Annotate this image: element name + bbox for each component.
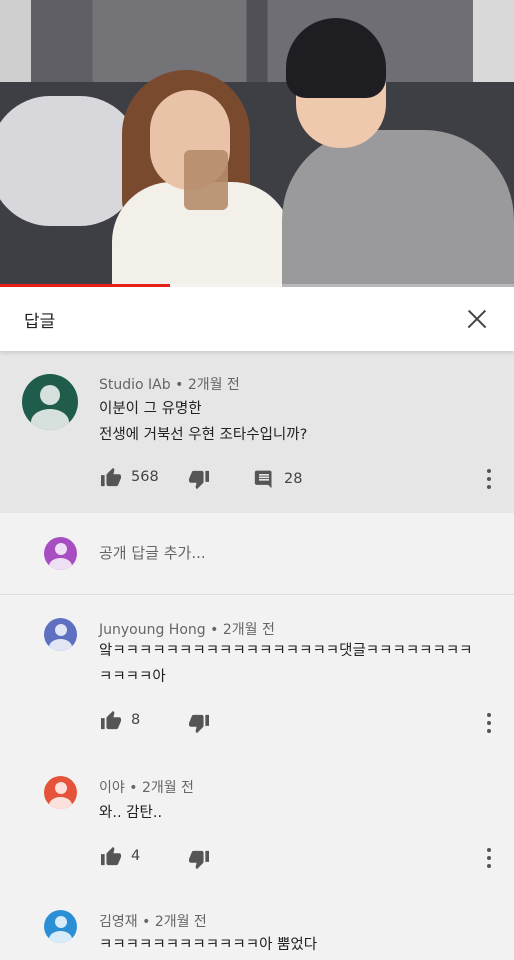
reply-meta: 김영재 • 2개월 전 [99,911,207,931]
like-button[interactable]: 568 [100,467,159,487]
more-vert-icon[interactable] [486,848,492,868]
thumb-down-icon [189,470,209,490]
meta-separator: • [129,780,138,796]
comment-icon [254,470,272,489]
avatar[interactable] [22,374,78,430]
thumb-down-icon [189,850,209,870]
avatar[interactable] [44,618,77,651]
reply-text-line: ㅋㅋㅋㅋㅋㅋㅋㅋㅋㅋㅋㅋ아 뿜었다 [99,937,318,953]
avatar-head [55,543,67,555]
avatar-head [55,624,67,636]
dislike-button[interactable] [188,850,210,870]
avatar[interactable] [44,910,77,943]
replies-header: 답글 [0,287,514,351]
like-count: 8 [131,712,141,728]
reply-text-line: 와.. 감탄.. [99,805,163,821]
avatar-head [55,916,67,928]
more-vert-icon[interactable] [486,469,492,489]
avatar-shoulders [49,797,72,809]
close-icon[interactable] [464,306,490,332]
header-title: 답글 [24,311,56,332]
comment-text-line: 전생에 거북선 우현 조타수입니까? [99,427,308,443]
add-reply-row[interactable]: 공개 답글 추가... [0,513,514,595]
dislike-button[interactable] [188,714,210,734]
reply-time: 2개월 전 [154,914,207,930]
reply-text-line: ㅋㅋㅋㅋ아 [99,669,166,685]
reply-text-line: 앜ㅋㅋㅋㅋㅋㅋㅋㅋㅋㅋㅋㅋㅋㅋㅋㅋㅋ댓글ㅋㅋㅋㅋㅋㅋㅋㅋ [99,643,473,659]
meta-separator: • [175,377,184,393]
avatar[interactable] [44,776,77,809]
comment-author[interactable]: Studio IAb [99,377,171,393]
like-count: 4 [131,848,141,864]
video-frame-cup [184,150,228,210]
avatar-shoulders [31,409,69,430]
comment-text-line: 이분이 그 유명한 [99,401,202,417]
comment-time: 2개월 전 [187,377,240,393]
avatar-shoulders [49,639,72,651]
meta-separator: • [142,914,151,930]
reply-time: 2개월 전 [141,780,194,796]
meta-separator: • [210,622,219,638]
avatar-head [40,385,60,405]
like-count: 568 [131,469,159,485]
video-frame-pillow [0,96,140,226]
video-player[interactable] [0,0,514,287]
thumb-down-icon [189,714,209,734]
thumb-up-icon [101,846,121,866]
avatar-shoulders [49,931,72,943]
reply-meta: Junyoung Hong • 2개월 전 [99,619,275,639]
like-button[interactable]: 4 [100,846,140,866]
replies-list: Junyoung Hong • 2개월 전 앜ㅋㅋㅋㅋㅋㅋㅋㅋㅋㅋㅋㅋㅋㅋㅋㅋㅋ… [0,596,514,960]
dislike-button[interactable] [188,470,210,490]
like-button[interactable]: 8 [100,710,140,730]
avatar-shoulders [49,558,72,570]
reply-time: 2개월 전 [222,622,275,638]
reply-count: 28 [284,471,303,487]
more-vert-icon[interactable] [486,713,492,733]
reply-author[interactable]: Junyoung Hong [99,622,206,638]
reply-button[interactable]: 28 [254,469,302,489]
reply-author[interactable]: 김영재 [99,914,138,930]
add-reply-input[interactable]: 공개 답글 추가... [99,542,206,563]
comment-meta: Studio IAb • 2개월 전 [99,374,240,394]
thumb-up-icon [101,710,121,730]
video-frame-person-right-body [282,130,514,287]
thumb-up-icon [101,467,121,487]
parent-comment: Studio IAb • 2개월 전 이분이 그 유명한 전생에 거북선 우현 … [0,351,514,513]
avatar [44,537,77,570]
reply-meta: 이야 • 2개월 전 [99,777,194,797]
avatar-head [55,782,67,794]
reply-author[interactable]: 이야 [99,780,125,796]
